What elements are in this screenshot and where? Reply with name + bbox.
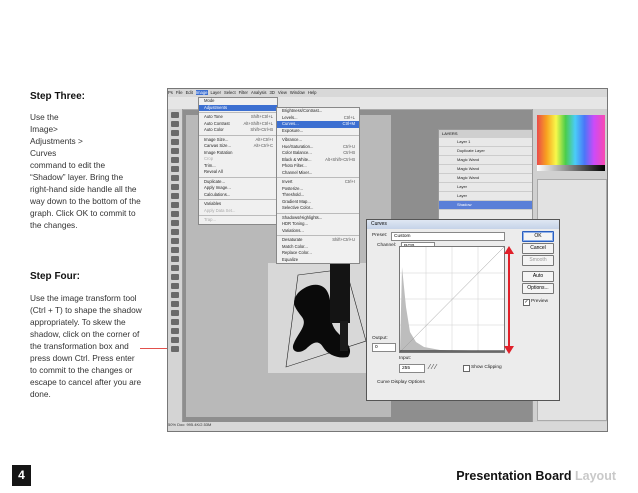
menu-separator	[277, 235, 359, 236]
image-menu-item-auto-color[interactable]: Auto Color Shift+Ctrl+B	[199, 127, 277, 134]
menu-ps[interactable]: Ps	[168, 90, 173, 95]
menubar: Ps File Edit Image Layer Select Filter Analysis…	[168, 89, 607, 97]
toolbox	[168, 109, 183, 423]
layer-row[interactable]: Magic Wand	[439, 174, 532, 183]
cancel-button[interactable]: Cancel	[522, 243, 554, 254]
output-label: Output:	[372, 336, 388, 341]
menu-separator	[199, 176, 277, 178]
adjust-menu-item-channel-mixer[interactable]: Channel Mixer...	[277, 170, 359, 177]
footer-title-accent: Layout	[575, 469, 616, 483]
menu-help[interactable]: Help	[308, 90, 317, 95]
menu-separator	[199, 134, 277, 136]
red-arrow-icon	[504, 246, 514, 354]
adjust-menu-item-variations[interactable]: Variations...	[277, 228, 359, 235]
ok-button[interactable]: OK	[522, 231, 554, 242]
layer-row[interactable]: Magic Wand	[439, 165, 532, 174]
layer-list: Layer 1 Duplicate Layer Magic Wand Magic Wa…	[439, 138, 532, 210]
step-three-body: Use the Image> Adjustments > Curves comm…	[30, 112, 141, 230]
status-bar: 50% Doc: 995.4K/2.53M	[168, 422, 607, 431]
page-number: 4	[12, 465, 31, 486]
smooth-button[interactable]: Smooth	[522, 255, 554, 266]
photoshop-screenshot: Ps File Edit Image Layer Select Filter Analysis…	[167, 88, 608, 432]
grey-swatches[interactable]	[537, 165, 605, 171]
menu-separator	[199, 112, 277, 113]
adjustments-submenu: Brightness/Contrast... Levels... Ctrl+L Cur…	[276, 107, 360, 264]
preview-checkbox[interactable]: ✓	[523, 299, 530, 306]
preview-label: Preview	[531, 299, 549, 304]
image-menu-item-reveal-all[interactable]: Reveal All	[199, 169, 277, 176]
menu-select[interactable]: Select	[224, 90, 236, 95]
curves-graph-svg	[399, 246, 505, 353]
curve-display-options[interactable]: Curve Display Options	[377, 380, 425, 385]
image-menu-item-adjustments[interactable]: Adjustments	[199, 104, 277, 111]
curves-dialog: Curves Preset: Custom Channel: RGB Outpu…	[366, 219, 560, 401]
auto-button[interactable]: Auto	[522, 271, 554, 282]
menu-separator	[199, 215, 277, 216]
menu-3d[interactable]: 3D	[270, 90, 275, 95]
step-four-body: Use the image transform tool (Ctrl + T) …	[30, 293, 142, 399]
eyedropper-icons[interactable]: ⁄ ⁄ ⁄	[429, 364, 436, 371]
layer-row[interactable]: Shadow	[439, 201, 532, 210]
step-three-title: Step Three:	[30, 91, 86, 102]
adjust-menu-item-equalize[interactable]: Equalize	[277, 257, 359, 264]
layer-row[interactable]: Layer	[439, 192, 532, 201]
photo-thumbnail	[268, 263, 378, 373]
image-menu-item-apply-data-set[interactable]: Apply Data Set...	[199, 208, 277, 215]
curves-title: Curves	[367, 220, 559, 229]
adjust-menu-item-selective-color[interactable]: Selective Color...	[277, 205, 359, 212]
footer-title-main: Presentation Board	[456, 469, 572, 483]
menu-layer[interactable]: Layer	[211, 90, 221, 95]
channel-label: Channel:	[377, 243, 397, 248]
show-clipping-label: Show Clipping	[471, 365, 502, 370]
input-label: Input:	[399, 356, 412, 361]
menu-separator	[277, 177, 359, 178]
image-menu-item-trap[interactable]: Trap...	[199, 217, 277, 224]
swatches-panel[interactable]	[537, 115, 605, 165]
menu-window[interactable]: Window	[290, 90, 305, 95]
options-button[interactable]: Options...	[522, 283, 554, 294]
layer-row[interactable]: Layer 1	[439, 138, 532, 147]
layers-panel-header: LAYERS	[439, 130, 532, 138]
menu-file[interactable]: File	[176, 90, 183, 95]
step-four-title: Step Four:	[30, 271, 80, 282]
menu-filter[interactable]: Filter	[239, 90, 248, 95]
footer-title: Presentation Board Layout	[456, 469, 616, 483]
adjust-menu-item-exposure[interactable]: Exposure...	[277, 128, 359, 135]
show-clipping-checkbox[interactable]	[463, 365, 470, 372]
input-field[interactable]: 255	[399, 364, 425, 373]
layer-row[interactable]: Duplicate Layer	[439, 147, 532, 156]
preset-select[interactable]: Custom	[391, 232, 505, 241]
image-menu: Mode Adjustments Auto Tone Shift+Ctrl+L Auto…	[198, 97, 278, 225]
layer-row[interactable]: Magic Wand	[439, 156, 532, 165]
output-field[interactable]: 0	[372, 343, 396, 352]
menu-analysis[interactable]: Analysis	[251, 90, 267, 95]
image-menu-item-calculations[interactable]: Calculations...	[199, 192, 277, 199]
menu-image[interactable]: Image	[195, 90, 208, 95]
preset-label: Preset:	[372, 233, 388, 238]
menu-separator	[277, 135, 359, 136]
menu-separator	[277, 212, 359, 214]
menu-view[interactable]: View	[278, 90, 287, 95]
menu-edit[interactable]: Edit	[186, 90, 193, 95]
menu-separator	[199, 199, 277, 200]
shadow-figure-image	[268, 263, 378, 373]
layer-row[interactable]: Layer	[439, 183, 532, 192]
curves-graph[interactable]	[399, 246, 505, 353]
